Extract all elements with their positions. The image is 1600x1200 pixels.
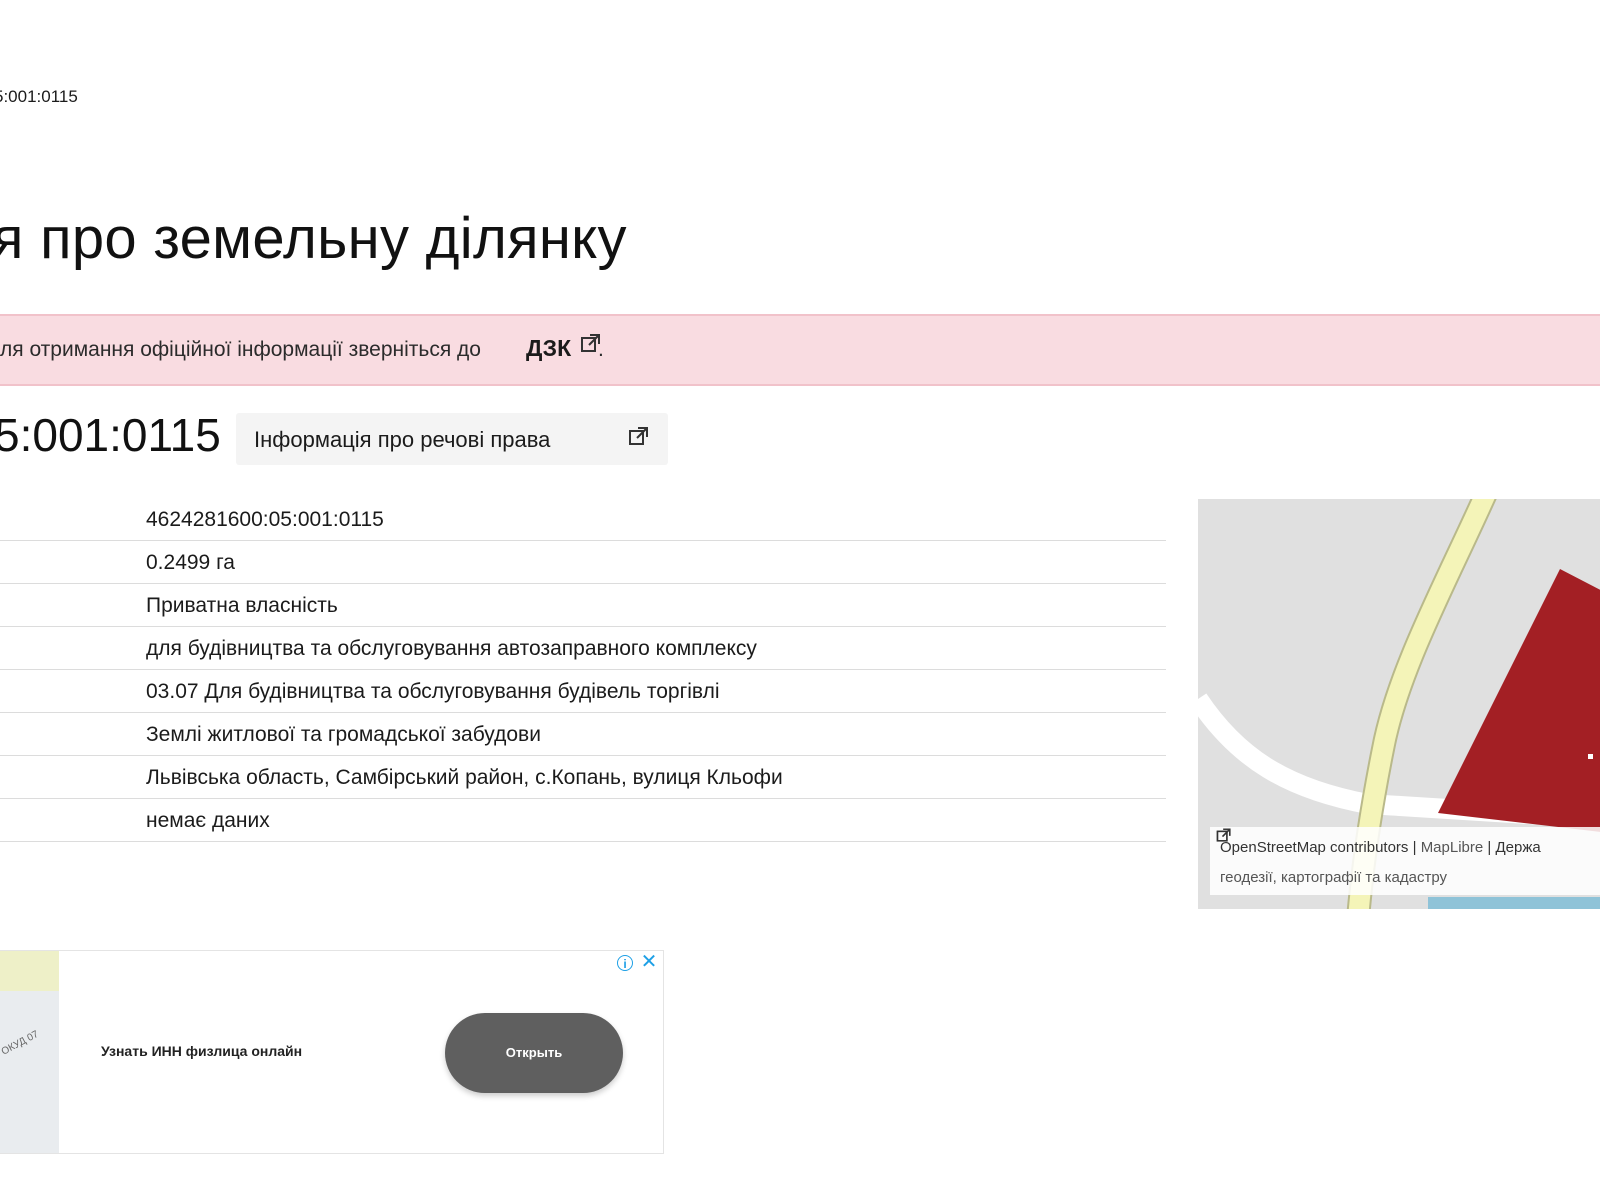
- info-value: 0.2499 га: [146, 551, 235, 574]
- ad-image-caption: по ОКУД 07: [0, 1028, 41, 1065]
- info-row-land-category: Землі житлової та громадської забудови: [0, 713, 1166, 756]
- gov-attribution-line2[interactable]: геодезії, картографії та кадастру: [1220, 869, 1447, 886]
- alert-trailing: .: [598, 338, 604, 361]
- info-value: 03.07 Для будівництва та обслуговування …: [146, 680, 720, 703]
- attribution-separator: |: [1412, 839, 1417, 856]
- info-value: Землі житлової та громадської забудови: [146, 723, 541, 746]
- external-link-icon[interactable]: [1216, 827, 1232, 843]
- close-icon[interactable]: ✕: [639, 951, 659, 973]
- info-row-ownership: Приватна власність: [0, 584, 1166, 627]
- maplibre-link[interactable]: MapLibre: [1421, 839, 1484, 856]
- page-title: я про земельну ділянку: [0, 206, 627, 271]
- map-attribution: OpenStreetMap contributors | MapLibre | …: [1210, 827, 1600, 895]
- breadcrumb[interactable]: 5:001:0115: [0, 87, 78, 107]
- info-value: для будівництва та обслуговування автоза…: [146, 637, 757, 660]
- ad-image-top: [0, 951, 59, 991]
- info-icon[interactable]: i: [617, 955, 633, 971]
- ad-image[interactable]: по ОКУД 07: [0, 951, 59, 1153]
- info-row-purpose-code: 03.07 Для будівництва та обслуговування …: [0, 670, 1166, 713]
- info-value: Львівська область, Самбірський район, с.…: [146, 766, 783, 789]
- info-row-cadastral-number: 4624281600:05:001:0115: [0, 498, 1166, 541]
- map-parcel-marker: [1588, 754, 1593, 759]
- alert-text: ля отримання офіційної інформації зверні…: [0, 338, 481, 361]
- info-value: Приватна власність: [146, 594, 338, 617]
- ad-title[interactable]: Узнать ИНН физлица онлайн: [101, 1043, 302, 1059]
- parcel-info-table: 4624281600:05:001:0115 0.2499 га Приватн…: [0, 498, 1166, 842]
- external-link-icon: [629, 427, 648, 445]
- info-row-address: Львівська область, Самбірський район, с.…: [0, 756, 1166, 799]
- dzk-link[interactable]: ДЗК: [526, 335, 571, 362]
- property-rights-button[interactable]: Інформація про речові права: [236, 413, 668, 465]
- info-row-purpose: для будівництва та обслуговування автоза…: [0, 627, 1166, 670]
- property-rights-label: Інформація про речові права: [254, 427, 551, 452]
- osm-attribution[interactable]: OpenStreetMap contributors: [1220, 839, 1408, 856]
- info-row-area: 0.2499 га: [0, 541, 1166, 584]
- info-value: 4624281600:05:001:0115: [146, 508, 384, 531]
- page: 5:001:0115 я про земельну ділянку ля отр…: [0, 0, 1600, 1200]
- parcel-map[interactable]: OpenStreetMap contributors | MapLibre | …: [1198, 499, 1600, 909]
- map-water: [1428, 897, 1600, 909]
- ad-open-button[interactable]: Открыть: [445, 1013, 623, 1093]
- cadastral-number-heading: 5:001:0115: [0, 409, 221, 461]
- disclaimer-alert: ля отримання офіційної інформації зверні…: [0, 314, 1600, 386]
- advertisement-banner[interactable]: по ОКУД 07 Узнать ИНН физлица онлайн Отк…: [0, 950, 664, 1154]
- gov-attribution[interactable]: | Держа: [1487, 839, 1540, 856]
- info-row-extra: немає даних: [0, 799, 1166, 842]
- info-value: немає даних: [146, 809, 270, 832]
